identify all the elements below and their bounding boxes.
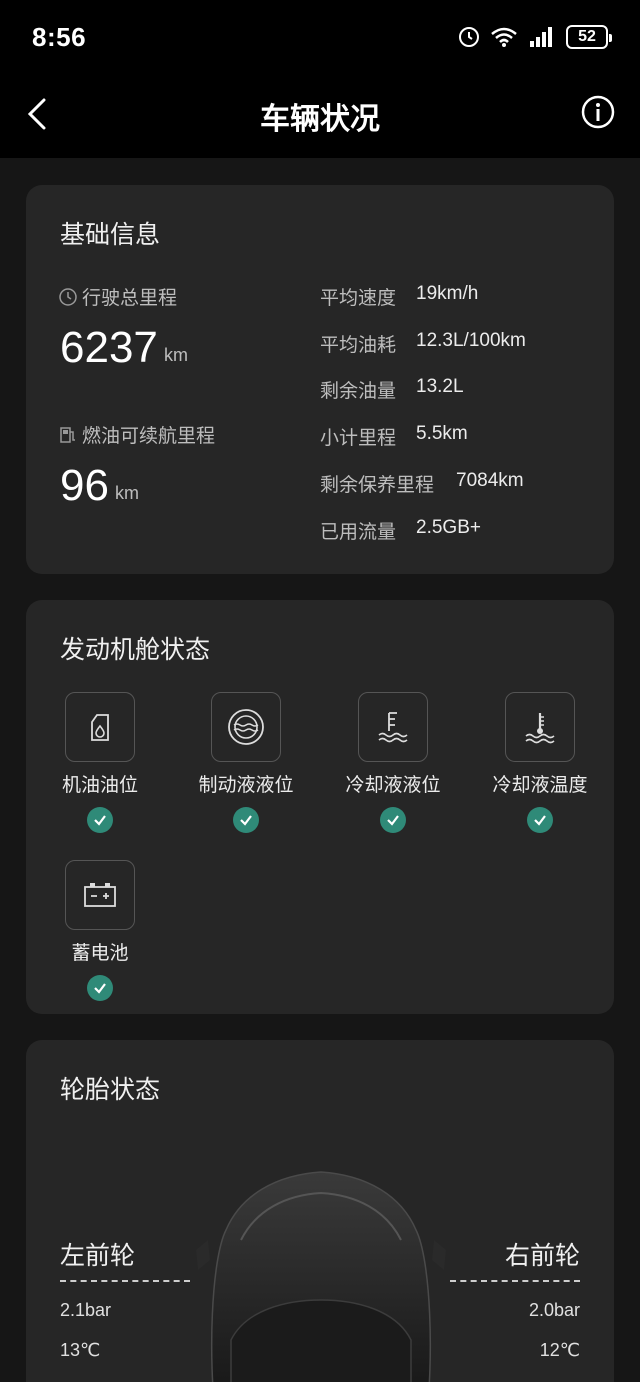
status-icons: 52 <box>458 22 612 52</box>
range-label-row: 燃油可续航里程 <box>58 421 215 448</box>
front-right-divider <box>450 1280 580 1282</box>
total-mileage-label-row: 行驶总里程 <box>58 283 177 310</box>
stat-label: 剩余保养里程 <box>320 475 435 496</box>
front-left-divider <box>60 1280 190 1282</box>
oil-level-icon <box>91 714 109 741</box>
front-left-pressure: 2.1bar <box>60 1300 112 1320</box>
check-icon <box>380 807 406 833</box>
mileage-icon <box>59 287 77 306</box>
stat-label: 小计里程 <box>320 428 397 449</box>
wifi-icon <box>491 27 517 47</box>
front-right-temp: 12℃ <box>539 1340 580 1360</box>
page-title: 车辆状况 <box>260 103 380 136</box>
stat-label: 平均速度 <box>320 288 397 309</box>
tire-status-title: 轮胎状态 <box>60 1076 161 1104</box>
coolant-temp-tile[interactable] <box>505 692 575 762</box>
battery-tile[interactable] <box>65 860 135 930</box>
info-icon[interactable] <box>580 94 616 130</box>
total-mileage-label: 行驶总里程 <box>82 288 178 309</box>
total-mileage-unit: km <box>164 345 188 365</box>
front-left-temp: 13℃ <box>60 1340 101 1360</box>
engine-status-card: 发动机舱状态 机油油位 制动液液位 冷却液液位 冷却液温度 蓄电池 <box>26 600 614 1014</box>
range-unit: km <box>115 483 139 503</box>
front-right-tire-label: 右前轮 <box>504 1242 580 1270</box>
alarm-icon <box>459 27 479 47</box>
total-mileage-value: 6237 <box>60 323 158 372</box>
stat-value: 5.5km <box>416 423 468 444</box>
coolant-level-tile[interactable] <box>358 692 428 762</box>
oil-level-label: 机油油位 <box>61 775 138 796</box>
basic-info-card: 基础信息 行驶总里程 6237 km 燃油可续航里程 96 km 平均速度 19… <box>26 185 614 574</box>
nav-bar: 车辆状况 <box>0 72 640 158</box>
signal-icon <box>530 27 552 47</box>
car-top-view-image <box>196 1171 446 1382</box>
stat-value: 19km/h <box>416 283 479 304</box>
check-icon <box>87 807 113 833</box>
status-bar: 8:56 52 <box>0 0 640 72</box>
stat-value: 12.3L/100km <box>416 330 526 351</box>
engine-status-title: 发动机舱状态 <box>60 636 211 664</box>
oil-level-tile[interactable] <box>65 692 135 762</box>
stat-label: 已用流量 <box>320 522 397 543</box>
battery-indicator: 52 <box>566 25 612 49</box>
tire-status-card: 轮胎状态 左前轮 2.1bar 13℃ 右前轮 2.0bar 12℃ <box>26 1040 614 1382</box>
basic-info-title: 基础信息 <box>60 221 161 249</box>
stat-value: 7084km <box>456 470 524 491</box>
brake-fluid-icon <box>228 709 264 745</box>
range-label: 燃油可续航里程 <box>82 426 216 447</box>
coolant-temp-label: 冷却液温度 <box>492 775 588 796</box>
stat-label: 剩余油量 <box>320 381 397 402</box>
battery-label: 蓄电池 <box>71 943 129 964</box>
check-icon <box>87 975 113 1001</box>
front-right-pressure: 2.0bar <box>528 1300 580 1320</box>
coolant-level-icon <box>378 712 408 743</box>
fuel-pump-icon <box>60 426 75 443</box>
range-value: 96 <box>60 461 109 510</box>
stat-value: 13.2L <box>416 376 464 397</box>
check-icon <box>527 807 553 833</box>
front-left-tire-label: 左前轮 <box>60 1242 136 1270</box>
battery-icon <box>84 883 116 907</box>
stat-label: 平均油耗 <box>320 335 397 356</box>
coolant-temp-icon <box>525 713 555 744</box>
check-icon <box>233 807 259 833</box>
status-time: 8:56 <box>32 22 87 52</box>
coolant-level-label: 冷却液液位 <box>345 775 441 796</box>
brake-fluid-label: 制动液液位 <box>198 775 294 796</box>
brake-fluid-tile[interactable] <box>211 692 281 762</box>
stat-value: 2.5GB+ <box>416 517 481 538</box>
